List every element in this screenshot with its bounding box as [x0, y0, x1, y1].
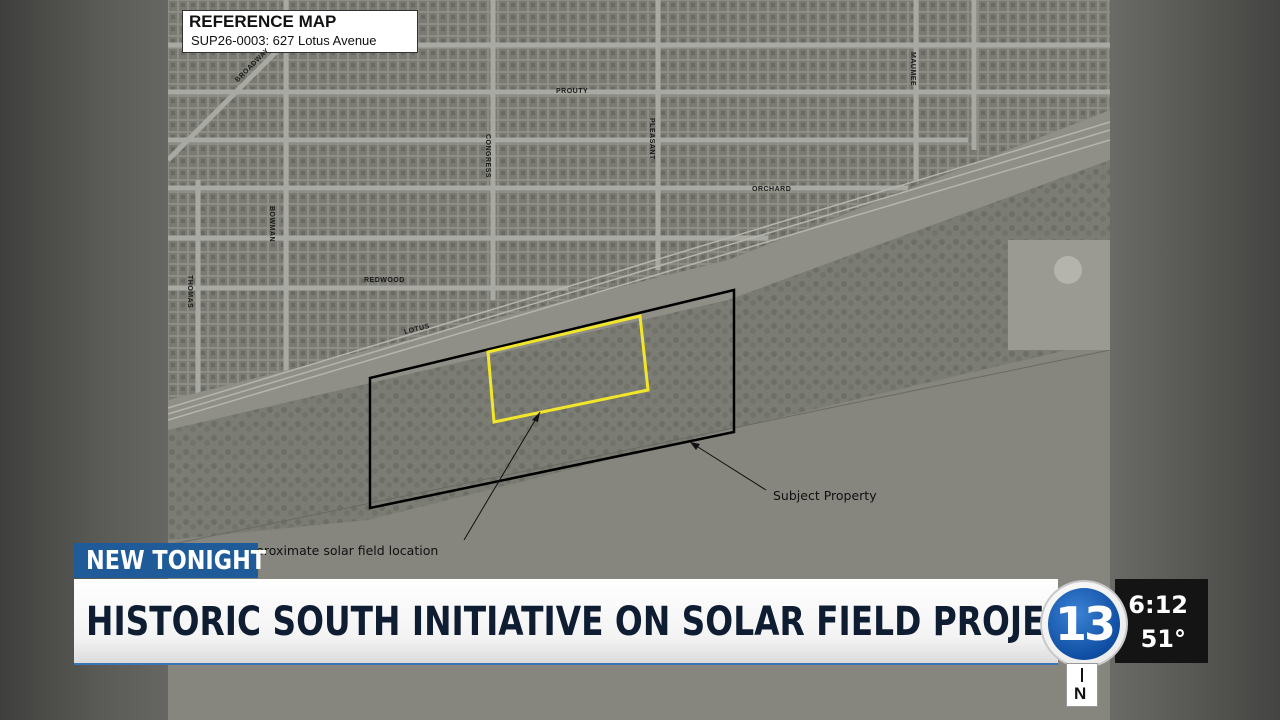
reference-map-label: REFERENCE MAP SUP26-0003: 627 Lotus Aven… [182, 10, 418, 53]
tab-bar-icon [1081, 668, 1083, 682]
headline-text: HISTORIC SOUTH INITIATIVE ON SOLAR FIELD… [86, 599, 1091, 645]
street-label: REDWOOD [364, 277, 405, 284]
station-logo-icon: 13 [1040, 580, 1128, 668]
solar-field-label: proximate solar field location [256, 543, 439, 558]
map-title: REFERENCE MAP [189, 12, 337, 31]
time-weather-box: 6:12 51° [1115, 579, 1208, 663]
logo-disc: 13 [1048, 588, 1120, 660]
street-label: BOWMAN [268, 206, 275, 243]
map-subtitle: SUP26-0003: 627 Lotus Avenue [191, 33, 377, 48]
street-label: CONGRESS [484, 134, 491, 179]
new-tonight-tag: NEW TONIGHT [74, 543, 266, 578]
clock-time: 6:12 [1128, 591, 1188, 619]
street-label: PLEASANT [648, 118, 655, 160]
logo-number: 13 [1054, 597, 1116, 651]
temperature: 51° [1140, 625, 1186, 653]
street-label: MAUMEE [909, 52, 916, 87]
street-label: PROUTY [556, 88, 589, 95]
network-tab: N [1066, 663, 1098, 707]
tag-text: NEW TONIGHT [86, 546, 267, 576]
tab-letter: N [1074, 684, 1087, 703]
street-label: THOMAS [186, 275, 193, 309]
headline-bar: HISTORIC SOUTH INITIATIVE ON SOLAR FIELD… [74, 579, 1091, 665]
street-label: ORCHARD [752, 186, 792, 193]
subject-property-label: Subject Property [773, 488, 877, 503]
